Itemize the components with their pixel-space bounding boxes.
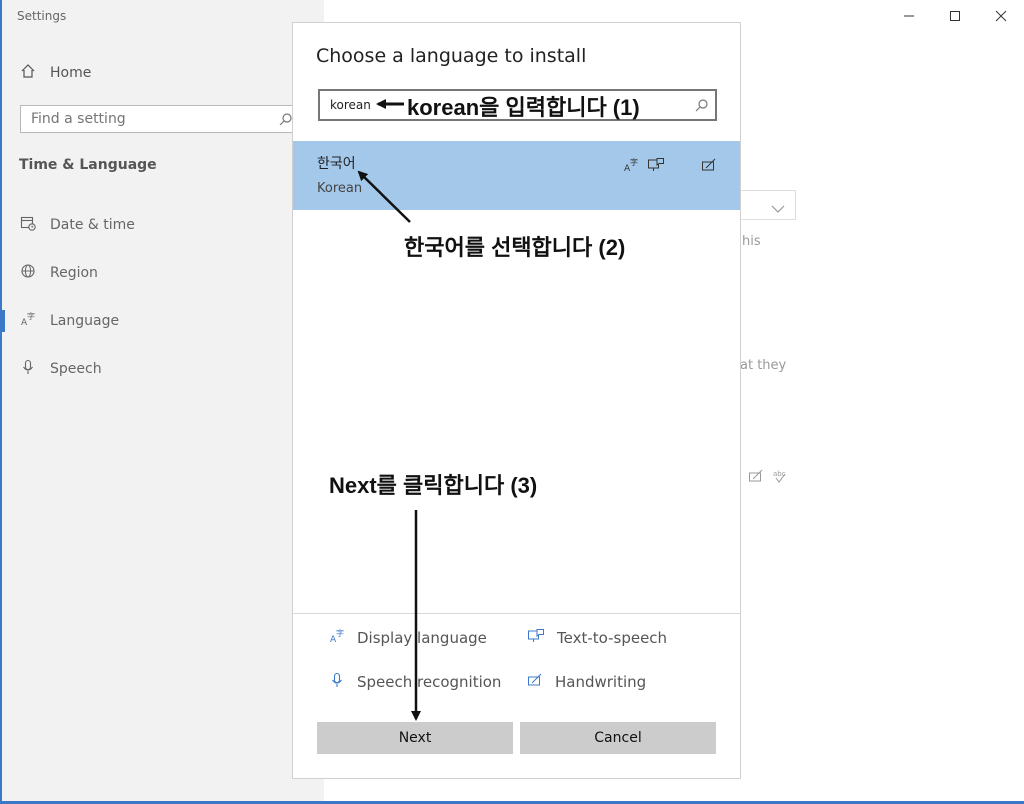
dialog-title: Choose a language to install xyxy=(316,45,587,67)
settings-window: Settings Home Time & Language Date & tim… xyxy=(0,0,1024,804)
settings-search[interactable] xyxy=(20,105,300,133)
language-icon: A字 xyxy=(20,311,36,331)
svg-text:字: 字 xyxy=(630,157,638,167)
speech-recognition-icon xyxy=(329,672,345,692)
legend-label: Display language xyxy=(357,629,487,647)
language-english-name: Korean xyxy=(317,181,363,196)
search-icon xyxy=(695,97,709,116)
sidebar-item-region[interactable]: Region xyxy=(20,263,98,283)
annotation-step3: Next를 클릭합니다 (3) xyxy=(329,473,538,498)
microphone-icon xyxy=(20,359,36,379)
chevron-down-icon xyxy=(771,199,785,218)
spellcheck-icon: abc xyxy=(772,468,788,488)
svg-text:abc: abc xyxy=(773,470,786,478)
handwriting-icon xyxy=(748,468,764,488)
nav-home[interactable]: Home xyxy=(20,63,91,83)
section-title: Time & Language xyxy=(19,157,157,173)
background-text: his xyxy=(742,234,761,249)
sidebar-item-label: Region xyxy=(50,265,98,281)
settings-search-input[interactable] xyxy=(21,106,281,132)
active-indicator xyxy=(2,310,5,332)
next-button[interactable]: Next xyxy=(317,722,513,754)
background-text: at they xyxy=(740,358,787,373)
legend-text-to-speech: Text-to-speech xyxy=(527,628,667,648)
close-icon xyxy=(995,10,1007,22)
display-language-icon: A字 xyxy=(329,628,345,648)
annotation-step1: korean을 입력합니다 (1) xyxy=(407,95,640,120)
language-feature-icons: A字 xyxy=(623,157,717,177)
close-button[interactable] xyxy=(978,0,1024,32)
calendar-clock-icon xyxy=(20,215,36,235)
background-dropdown[interactable] xyxy=(740,190,796,220)
annotation-step2: 한국어를 선택합니다 (2) xyxy=(404,235,626,260)
text-to-speech-icon xyxy=(527,628,545,648)
language-search-input[interactable] xyxy=(320,91,420,119)
handwriting-icon xyxy=(527,672,543,692)
language-result-korean[interactable]: 한국어 Korean A字 xyxy=(293,141,740,210)
sidebar-item-label: Language xyxy=(50,313,120,329)
display-language-icon: A字 xyxy=(623,157,639,177)
app-title: Settings xyxy=(17,9,67,23)
background-icons: abc xyxy=(748,468,788,488)
maximize-button[interactable] xyxy=(932,0,978,32)
sidebar: Settings Home Time & Language Date & tim… xyxy=(2,0,324,804)
sidebar-item-date-time[interactable]: Date & time xyxy=(20,215,135,235)
language-native-name: 한국어 xyxy=(317,156,356,172)
legend-label: Speech recognition xyxy=(357,673,502,691)
legend-label: Handwriting xyxy=(555,673,647,691)
minimize-button[interactable] xyxy=(886,0,932,32)
legend-label: Text-to-speech xyxy=(557,629,668,647)
legend-handwriting: Handwriting xyxy=(527,672,646,692)
cancel-button[interactable]: Cancel xyxy=(520,722,716,754)
home-icon xyxy=(20,63,36,83)
minimize-icon xyxy=(904,15,914,17)
sidebar-item-language[interactable]: A字 Language xyxy=(20,311,119,331)
window-controls xyxy=(886,0,1024,32)
svg-text:字: 字 xyxy=(27,311,35,321)
svg-text:字: 字 xyxy=(336,628,344,638)
legend-display-language: A字 Display language xyxy=(329,628,487,648)
legend-speech-recognition: Speech recognition xyxy=(329,672,501,692)
dialog-divider xyxy=(293,613,740,614)
handwriting-icon xyxy=(701,157,717,177)
sidebar-item-label: Speech xyxy=(50,361,102,377)
sidebar-item-speech[interactable]: Speech xyxy=(20,359,102,379)
globe-icon xyxy=(20,263,36,283)
nav-home-label: Home xyxy=(50,65,92,81)
text-to-speech-icon xyxy=(647,157,665,177)
choose-language-dialog: Choose a language to install 한국어 Korean … xyxy=(292,22,741,779)
sidebar-item-label: Date & time xyxy=(50,217,135,233)
search-icon xyxy=(279,111,293,130)
maximize-icon xyxy=(950,11,960,21)
